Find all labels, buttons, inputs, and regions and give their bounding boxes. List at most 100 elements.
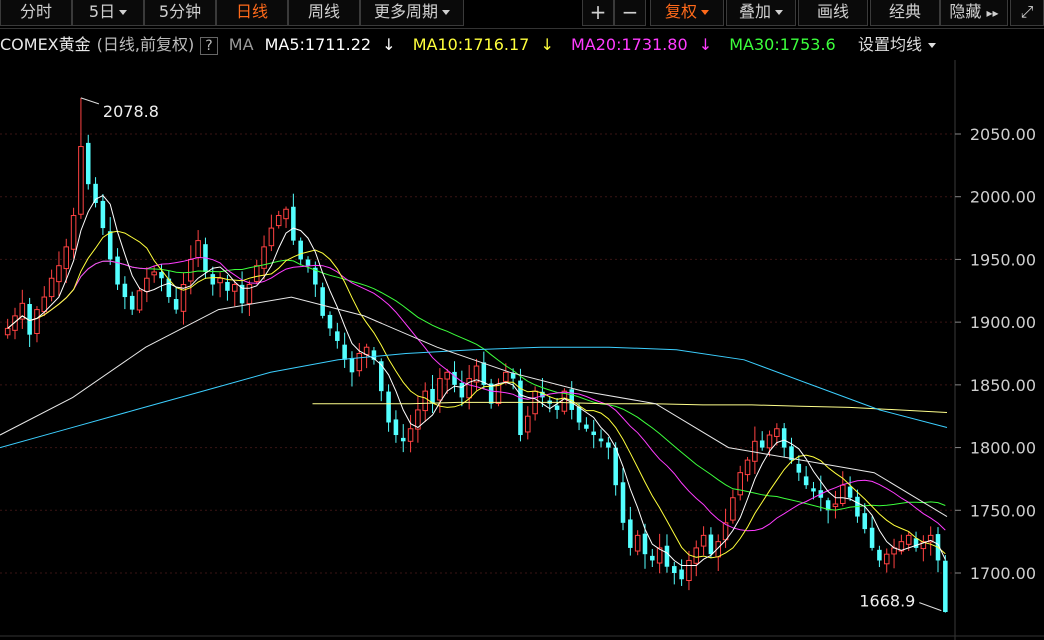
candle-body-up xyxy=(883,553,890,565)
candle-body-down xyxy=(803,476,809,486)
candle-body-up xyxy=(686,559,692,582)
tab-weekly[interactable]: 周线 xyxy=(288,0,360,26)
candle-body-down xyxy=(672,566,677,573)
candle-body-down xyxy=(210,274,216,285)
candle-body-down xyxy=(327,314,333,329)
candle-body-up xyxy=(730,497,736,521)
adjust-button[interactable]: 复权 xyxy=(650,0,724,26)
ma5-value: MA5:1711.22 ↓ xyxy=(264,35,396,54)
candle-body-up xyxy=(151,271,157,276)
fullscreen-button[interactable]: ⤢ xyxy=(1010,0,1044,26)
tab-5min[interactable]: 5分钟 xyxy=(144,0,216,26)
y-tick-label: 1750.00 xyxy=(970,501,1036,520)
y-tick-label: 1800.00 xyxy=(970,439,1036,458)
candle-body-down xyxy=(913,538,919,548)
candle-body-up xyxy=(737,472,743,496)
candle-body-down xyxy=(298,240,303,260)
candle-body-down xyxy=(576,406,582,423)
help-button[interactable]: ? xyxy=(200,37,218,55)
candle-body-up xyxy=(832,503,839,508)
candle-body-up xyxy=(275,215,282,227)
arrow-down-icon: ↓ xyxy=(377,35,396,54)
zoom-out-button[interactable]: − xyxy=(614,0,646,26)
tab-daily[interactable]: 日线 xyxy=(216,0,288,26)
candle-body-down xyxy=(796,463,802,473)
candle-body-up xyxy=(356,353,363,372)
candle-body-up xyxy=(905,534,912,545)
candle-body-up xyxy=(4,327,11,336)
candle-body-down xyxy=(628,519,633,548)
candle-body-down xyxy=(342,344,347,360)
candle-body-down xyxy=(664,545,670,567)
candle-body-down xyxy=(862,513,868,530)
tab-5day[interactable]: 5日 xyxy=(72,0,144,26)
candle-body-down xyxy=(378,361,384,392)
y-tick-label: 1900.00 xyxy=(970,313,1036,332)
candle-body-down xyxy=(335,331,340,341)
candle-body-down xyxy=(642,533,648,555)
tab-more-periods[interactable]: 更多周期 xyxy=(360,0,464,26)
candle-body-down xyxy=(386,391,391,423)
arrow-down-icon: ↓ xyxy=(535,35,554,54)
candle-body-down xyxy=(349,357,355,373)
ma-label: MA xyxy=(228,35,254,54)
y-tick-label: 1850.00 xyxy=(970,376,1036,395)
symbol-name: COMEX黄金 xyxy=(0,35,91,54)
expand-icon: ⤢ xyxy=(1020,2,1034,21)
candle-body-down xyxy=(459,382,465,398)
candle-body-down xyxy=(225,281,230,291)
candle-body-down xyxy=(85,142,91,185)
candle-body-down xyxy=(305,259,311,266)
candle-body-down xyxy=(129,295,135,310)
candle-body-down xyxy=(708,534,714,555)
overlay-button[interactable]: 叠加 xyxy=(726,0,796,26)
chevron-down-icon xyxy=(775,10,783,15)
candle-body-down xyxy=(320,287,325,316)
draw-line-button[interactable]: 画线 xyxy=(798,0,868,26)
ma120-line xyxy=(0,346,948,449)
candle-body-up xyxy=(444,371,450,380)
low-marker-line xyxy=(919,602,942,612)
candle-body-down xyxy=(173,299,179,310)
candle-body-up xyxy=(437,378,443,401)
ma-settings-button[interactable]: 设置均线 xyxy=(858,34,937,56)
candlestick-chart[interactable]: 2050.00 2000.00 1950.00 1900.00 1850.00 1800.… xyxy=(0,60,1044,640)
chart-mode: (日线,前复权) xyxy=(96,35,195,54)
candle-body-down xyxy=(869,527,875,548)
hide-button[interactable]: 隐藏 ▸▸ xyxy=(940,0,1008,26)
candle-body-up xyxy=(78,146,84,215)
candle-body-up xyxy=(231,284,238,292)
candle-body-down xyxy=(759,440,765,448)
classic-button[interactable]: 经典 xyxy=(870,0,940,26)
candle-body-down xyxy=(613,447,618,486)
candle-body-up xyxy=(752,440,758,462)
candle-body-down xyxy=(943,560,948,613)
candle-body-down xyxy=(584,424,589,429)
candle-body-down xyxy=(811,488,816,492)
candle-body-up xyxy=(34,309,40,335)
low-annotation: 1668.9 xyxy=(859,592,915,611)
candle-body-up xyxy=(525,415,531,433)
candle-body-down xyxy=(452,371,457,385)
tab-fenshi[interactable]: 分时 xyxy=(0,0,72,26)
candle-body-down xyxy=(393,419,399,436)
candle-body-up xyxy=(407,428,414,442)
y-tick-label: 1950.00 xyxy=(970,250,1036,269)
chevron-down-icon xyxy=(701,10,709,15)
arrow-down-icon: ↓ xyxy=(693,35,713,54)
candle-body-up xyxy=(188,258,194,282)
candle-body-down xyxy=(400,437,406,442)
ma20-value: MA20:1731.80 ↓ xyxy=(570,35,713,54)
chevron-down-icon xyxy=(928,43,937,48)
candle-body-down xyxy=(650,555,655,561)
double-chevron-right-icon: ▸▸ xyxy=(986,6,999,20)
candle-body-down xyxy=(781,428,787,448)
candle-body-down xyxy=(620,482,626,523)
candle-body-up xyxy=(774,428,780,437)
candle-body-up xyxy=(253,265,260,283)
zoom-in-button[interactable]: + xyxy=(582,0,614,26)
toolbar: 分时 5日 5分钟 日线 周线 更多周期 + − 复权 叠加 画线 经典 隐藏 … xyxy=(0,0,1044,29)
candle-body-up xyxy=(422,390,428,412)
candle-body-up xyxy=(503,371,509,382)
y-tick-label: 2000.00 xyxy=(970,188,1036,207)
